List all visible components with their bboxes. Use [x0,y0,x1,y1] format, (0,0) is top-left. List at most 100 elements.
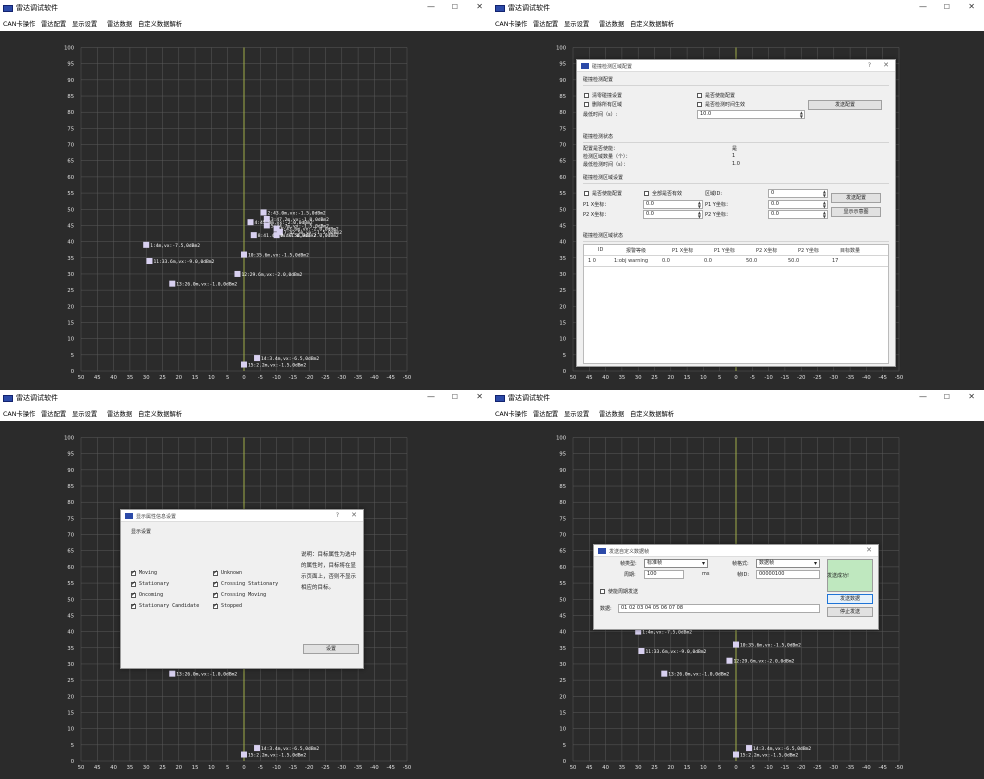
radar-target-marker[interactable] [260,209,267,216]
crossing-moving-checkbox[interactable] [213,591,218,598]
close-icon[interactable]: ✕ [968,392,975,402]
region-id-field[interactable]: 0 ▲ ▼ [768,189,828,198]
maximize-icon[interactable]: ☐ [944,2,950,12]
radar-target-marker[interactable] [263,222,270,229]
time-effective-checkbox[interactable] [697,102,702,107]
frame-type-select[interactable]: 标准帧 [644,558,708,568]
radar-target-marker[interactable] [241,361,247,368]
minimize-icon[interactable]: — [919,392,927,402]
menu-can[interactable]: CAN卡操作 [495,19,527,28]
radar-target-marker[interactable] [250,232,257,239]
stopped-checkbox[interactable] [213,602,218,609]
radar-target-marker[interactable] [733,751,739,758]
menu-radar-data[interactable]: 雷达数据 [599,19,624,28]
send-config-button[interactable]: 发送配置 [808,100,882,110]
menu-radar-config[interactable]: 雷达配置 [533,19,558,28]
menu-radar-config[interactable]: 雷达配置 [41,19,66,28]
close-icon[interactable]: ✕ [866,546,872,554]
menu-display[interactable]: 显示设置 [72,19,97,28]
menu-can[interactable]: CAN卡操作 [495,409,527,418]
radar-target-marker[interactable] [273,232,280,239]
radar-target-marker[interactable] [661,670,668,677]
radar-target-marker[interactable] [254,744,261,751]
region-status-table[interactable]: ID 报警等级 P1 X坐标 P1 Y坐标 P2 X坐标 P2 Y坐标 目标数量… [583,244,889,364]
radar-target-marker[interactable] [169,670,176,677]
radar-target-marker[interactable] [143,241,150,248]
menu-can[interactable]: CAN卡操作 [3,19,35,28]
frame-id-field[interactable]: 00000100 [756,569,820,579]
p1y-field[interactable]: 0.0 ▲ ▼ [768,200,828,209]
menu-display[interactable]: 显示设置 [564,409,589,418]
menu-radar-data[interactable]: 雷达数据 [107,19,132,28]
p2x-field[interactable]: 0.0 ▲ ▼ [643,210,703,219]
crossing-stationary-checkbox[interactable] [213,580,218,587]
close-icon[interactable]: ✕ [476,392,483,402]
menu-display[interactable]: 显示设置 [564,19,589,28]
radar-target-marker[interactable] [234,270,241,277]
spin-arrows-icon[interactable]: ▲ ▼ [823,201,826,209]
maximize-icon[interactable]: ☐ [944,392,950,402]
spin-arrows-icon[interactable]: ▲ ▼ [823,190,826,198]
radar-target-marker[interactable] [638,647,645,654]
spin-arrows-icon[interactable]: ▲ ▼ [698,201,701,209]
menu-can[interactable]: CAN卡操作 [3,409,35,418]
y-tick-label: 0 [563,759,566,765]
menu-radar-config[interactable]: 雷达配置 [533,409,558,418]
unknown-checkbox[interactable] [213,569,218,576]
period-field[interactable]: 100 [644,569,684,579]
radar-target-marker[interactable] [146,258,153,265]
stop-send-button[interactable]: 停止发送 [827,606,873,617]
data-field[interactable]: 01 02 03 04 05 06 07 08 [618,603,820,613]
menu-custom-parse[interactable]: 自定义数据解析 [138,409,182,418]
min-time-field[interactable]: 10.0 ▲ ▼ [697,110,805,119]
menu-radar-data[interactable]: 雷达数据 [107,409,132,418]
clear-collision-checkbox[interactable] [584,93,589,98]
help-icon[interactable]: ? [336,512,339,519]
oncoming-checkbox[interactable] [131,591,136,598]
send-region-config-button[interactable]: 发送配置 [831,193,881,203]
radar-target-marker[interactable] [241,751,247,758]
stationary-checkbox[interactable] [131,580,136,587]
enable-config-checkbox[interactable] [697,93,702,98]
moving-checkbox[interactable] [131,569,136,576]
spin-arrows-icon[interactable]: ▲ ▼ [800,111,803,119]
region-enable-checkbox[interactable] [584,191,589,196]
spin-arrows-icon[interactable]: ▲ ▼ [698,211,701,219]
stationary-candidate-checkbox[interactable] [131,602,136,609]
radar-target-marker[interactable] [169,280,176,287]
help-icon[interactable]: ? [868,62,871,69]
menu-custom-parse[interactable]: 自定义数据解析 [630,409,674,418]
menu-custom-parse[interactable]: 自定义数据解析 [630,19,674,28]
show-diagram-button[interactable]: 显示示意图 [831,207,881,217]
all-valid-checkbox[interactable] [644,191,649,196]
menu-display[interactable]: 显示设置 [72,409,97,418]
menu-radar-config[interactable]: 雷达配置 [41,409,66,418]
p1x-field[interactable]: 0.0 ▲ ▼ [643,200,703,209]
close-icon[interactable]: ✕ [883,61,889,69]
menu-radar-data[interactable]: 雷达数据 [599,409,624,418]
stationary-candidate-label: Stationary Candidate [139,602,200,609]
minimize-icon[interactable]: — [427,2,435,12]
radar-target-marker[interactable] [733,641,739,648]
apply-settings-button[interactable]: 设置 [303,643,359,654]
radar-plot[interactable]: 100 95 90 85 80 75 70 65 60 55 50 45 40 35 30 25 20 15 10 5… [0,31,492,390]
cyclic-send-checkbox[interactable] [600,588,605,594]
close-icon[interactable]: ✕ [968,2,975,12]
menu-custom-parse[interactable]: 自定义数据解析 [138,19,182,28]
radar-target-marker[interactable] [241,251,247,258]
spin-arrows-icon[interactable]: ▲ ▼ [823,211,826,219]
maximize-icon[interactable]: ☐ [452,392,458,402]
radar-target-marker[interactable] [247,219,254,226]
minimize-icon[interactable]: — [427,392,435,402]
frame-format-select[interactable]: 数据帧 [756,558,820,568]
p2y-field[interactable]: 0.0 ▲ ▼ [768,210,828,219]
radar-target-marker[interactable] [746,744,753,751]
close-icon[interactable]: ✕ [351,511,357,519]
send-data-button[interactable]: 发送数据 [827,593,873,604]
minimize-icon[interactable]: — [919,2,927,12]
maximize-icon[interactable]: ☐ [452,2,458,12]
radar-target-marker[interactable] [254,355,261,362]
delete-regions-checkbox[interactable] [584,102,589,107]
close-icon[interactable]: ✕ [476,2,483,12]
radar-target-marker[interactable] [726,657,733,664]
